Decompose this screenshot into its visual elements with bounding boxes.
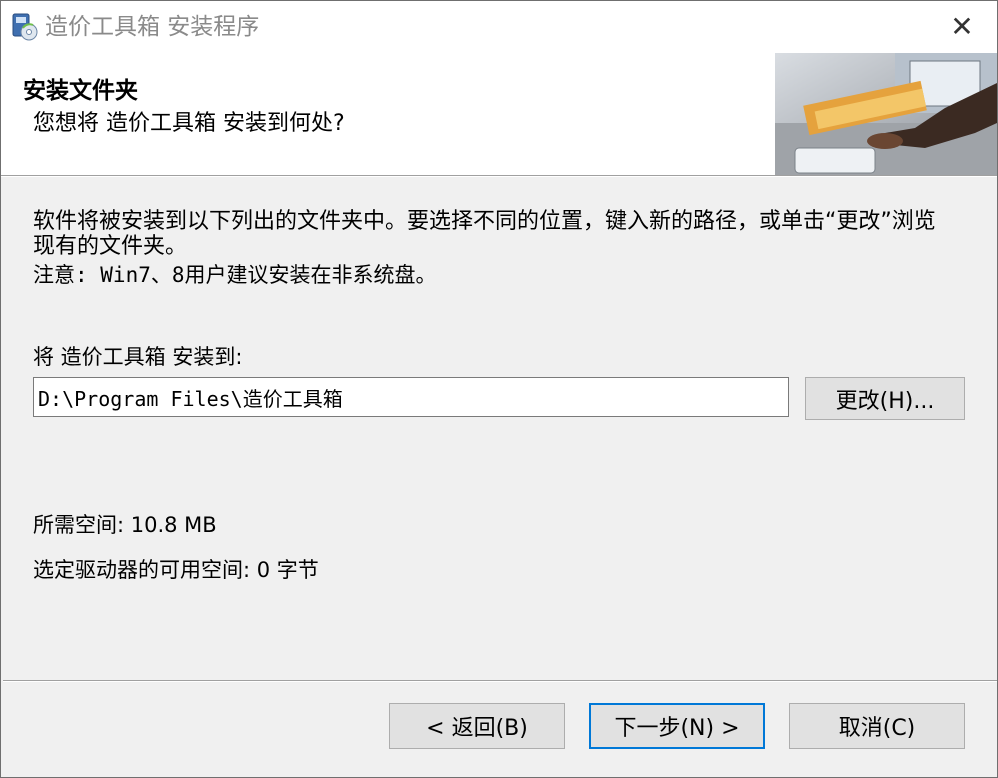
install-path-label: 将 造价工具箱 安装到: bbox=[33, 345, 243, 369]
change-folder-button[interactable]: 更改(H)... bbox=[805, 377, 965, 420]
next-button[interactable]: 下一步(N) > bbox=[589, 703, 765, 749]
space-required-text: 所需空间: 10.8 MB bbox=[33, 513, 217, 537]
footer-divider bbox=[3, 680, 997, 682]
close-button[interactable]: ✕ bbox=[927, 1, 997, 51]
close-icon: ✕ bbox=[950, 9, 974, 43]
header-banner-image bbox=[775, 53, 997, 175]
install-path-input[interactable] bbox=[33, 377, 789, 417]
header-divider bbox=[1, 176, 997, 177]
space-available-text: 选定驱动器的可用空间: 0 字节 bbox=[33, 558, 319, 582]
description-text: 软件将被安装到以下列出的文件夹中。要选择不同的位置，键入新的路径，或单击“更改”… bbox=[33, 209, 936, 259]
window-title: 造价工具箱 安装程序 bbox=[45, 14, 260, 40]
cancel-button[interactable]: 取消(C) bbox=[789, 703, 965, 749]
page-subtitle: 您想将 造价工具箱 安装到何处? bbox=[33, 111, 345, 136]
installer-disc-icon bbox=[11, 12, 39, 42]
title-bar: 造价工具箱 安装程序 ✕ bbox=[1, 1, 997, 53]
installer-window: 造价工具箱 安装程序 ✕ 安装文件夹 您想将 造价工具箱 安装到何处? 软件将被… bbox=[0, 0, 998, 778]
page-title: 安装文件夹 bbox=[23, 78, 138, 104]
page-header: 安装文件夹 您想将 造价工具箱 安装到何处? bbox=[1, 53, 997, 176]
back-button[interactable]: < 返回(B) bbox=[389, 703, 565, 749]
note-text: 注意: Win7、8用户建议安装在非系统盘。 bbox=[33, 263, 437, 287]
